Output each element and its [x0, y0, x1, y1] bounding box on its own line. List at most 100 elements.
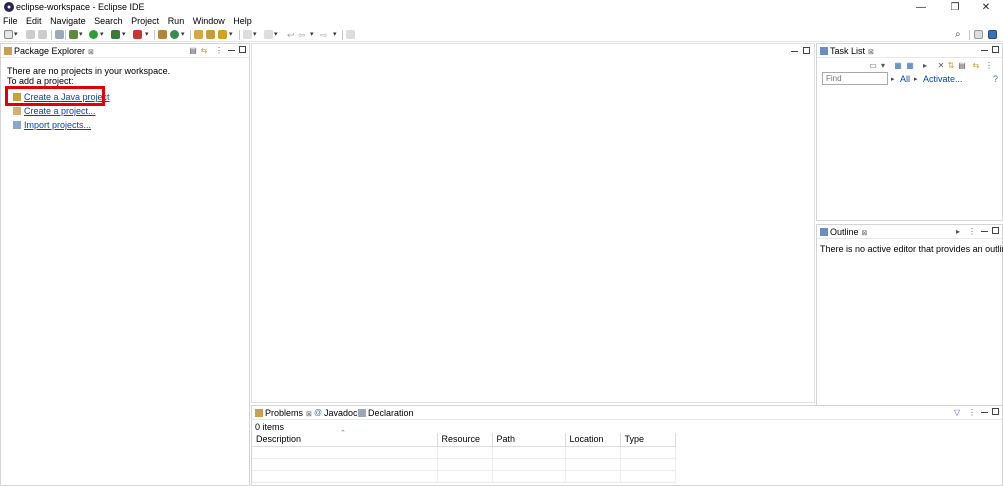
tab-problems[interactable]: Problems ⊠ — [253, 407, 312, 420]
focus-on-active-task-icon[interactable]: ▸ — [954, 228, 962, 236]
menu-file[interactable]: File — [0, 15, 21, 28]
menu-project[interactable]: Project — [128, 15, 162, 28]
save-icon[interactable] — [26, 30, 35, 39]
column-type[interactable]: Type — [620, 433, 676, 447]
menu-help[interactable]: Help — [230, 15, 255, 28]
close-button[interactable]: ✕ — [972, 0, 1000, 15]
java-perspective-icon[interactable] — [988, 30, 997, 39]
all-expand-icon: ▸ — [891, 76, 895, 83]
previous-annotation-icon[interactable] — [264, 30, 273, 39]
tab-package-explorer[interactable]: Package Explorer ⊠ — [2, 45, 94, 58]
create-project-link[interactable]: Create a project... — [13, 106, 96, 116]
view-menu-icon[interactable]: ⋮ — [985, 62, 993, 70]
menu-window[interactable]: Window — [190, 15, 228, 28]
maximize-icon[interactable] — [239, 46, 246, 53]
main-toolbar: ▾ ▾ ▾ ▾ ▾ ▾ ▾ ▾ ▾ ↩ ⇦ ▾ ⇨ ▾ ⌕ — [0, 28, 1003, 42]
categorized-icon[interactable]: ▦ — [894, 62, 902, 70]
column-location[interactable]: Location — [565, 433, 621, 447]
menu-navigate[interactable]: Navigate — [47, 15, 89, 28]
open-task-icon[interactable] — [206, 30, 215, 39]
toolbar-separator — [969, 30, 970, 40]
minimize-button[interactable]: — — [907, 0, 935, 15]
run-icon[interactable] — [89, 30, 98, 39]
editor-minimize-icon[interactable] — [791, 47, 798, 52]
close-tab-icon[interactable]: ⊠ — [88, 49, 94, 56]
all-filter-link[interactable]: All — [900, 74, 910, 84]
tab-javadoc[interactable]: @ Javadoc — [312, 407, 358, 420]
menu-search[interactable]: Search — [91, 15, 126, 28]
tab-label: Javadoc — [324, 408, 358, 418]
open-type-icon[interactable] — [194, 30, 203, 39]
package-explorer-pane: Package Explorer ⊠ ▤ ⇆ ⋮ There are no pro… — [0, 43, 250, 486]
save-all-icon[interactable] — [38, 30, 47, 39]
tab-task-list[interactable]: Task List ⊠ — [818, 45, 874, 58]
filter-icon[interactable]: ▽ — [953, 409, 961, 417]
outline-message: There is no active editor that provides … — [820, 244, 1003, 254]
close-tab-icon[interactable]: ⊠ — [868, 49, 874, 56]
run-dropdown-icon[interactable]: ▾ — [100, 30, 104, 40]
tab-declaration[interactable]: Declaration — [356, 407, 414, 420]
forward-dropdown-icon[interactable]: ▾ — [333, 30, 337, 40]
view-menu-icon[interactable]: ⋮ — [968, 409, 976, 417]
new-dropdown-icon[interactable]: ▾ — [14, 30, 18, 40]
help-icon[interactable]: ? — [993, 74, 998, 84]
column-description[interactable]: Description ⌃ — [252, 430, 438, 447]
menu-run[interactable]: Run — [165, 15, 188, 28]
new-class-dropdown-icon[interactable]: ▾ — [181, 30, 185, 40]
minimize-icon[interactable] — [981, 46, 988, 51]
new-icon[interactable] — [4, 30, 13, 39]
back-icon[interactable]: ⇦ — [298, 30, 306, 40]
maximize-icon[interactable] — [992, 408, 999, 415]
last-edit-location-icon[interactable]: ↩ — [287, 30, 295, 40]
minimize-icon[interactable] — [981, 408, 988, 413]
task-find-input[interactable] — [822, 72, 888, 85]
minimize-icon[interactable] — [981, 227, 988, 232]
hide-completed-icon[interactable]: ✕ — [937, 62, 945, 70]
maximize-icon[interactable] — [992, 227, 999, 234]
close-tab-icon[interactable]: ⊠ — [862, 230, 868, 237]
new-java-class-icon[interactable] — [170, 30, 179, 39]
restore-button[interactable]: ❐ — [941, 0, 969, 15]
search-icon[interactable]: ⌕ — [955, 30, 961, 40]
collapse-all-icon[interactable]: ▤ — [189, 47, 197, 55]
focus-icon[interactable]: ▸ — [921, 62, 929, 70]
pin-editor-icon[interactable] — [346, 30, 355, 39]
link-with-editor-icon[interactable]: ⇆ — [200, 47, 208, 55]
synchronize-icon[interactable]: ⇅ — [947, 62, 955, 70]
collapse-all-icon[interactable]: ▤ — [958, 62, 966, 70]
debug-icon[interactable] — [69, 30, 78, 39]
column-path[interactable]: Path — [492, 433, 566, 447]
view-menu-icon[interactable]: ⋮ — [968, 228, 976, 236]
previous-annotation-dropdown-icon[interactable]: ▾ — [274, 30, 278, 40]
view-menu-icon[interactable]: ⋮ — [215, 47, 223, 55]
new-java-package-icon[interactable] — [158, 30, 167, 39]
open-perspective-icon[interactable] — [974, 30, 983, 39]
new-task-dropdown-icon[interactable]: ▾ — [879, 62, 887, 70]
maximize-icon[interactable] — [992, 46, 999, 53]
coverage-icon[interactable] — [111, 30, 120, 39]
toolbar-separator — [65, 30, 66, 40]
link-icon[interactable]: ⇆ — [972, 62, 980, 70]
scheduled-icon[interactable]: ▦ — [906, 62, 914, 70]
debug-dropdown-icon[interactable]: ▾ — [79, 30, 83, 40]
back-dropdown-icon[interactable]: ▾ — [310, 30, 314, 40]
column-resource[interactable]: Resource — [437, 433, 493, 447]
close-tab-icon[interactable]: ⊠ — [306, 411, 312, 418]
import-projects-link[interactable]: Import projects... — [13, 120, 91, 130]
search-dropdown-icon[interactable]: ▾ — [229, 30, 233, 40]
external-tools-icon[interactable] — [133, 30, 142, 39]
editor-maximize-icon[interactable] — [803, 47, 810, 54]
external-tools-dropdown-icon[interactable]: ▾ — [145, 30, 149, 40]
next-annotation-icon[interactable] — [243, 30, 252, 39]
forward-icon[interactable]: ⇨ — [320, 30, 328, 40]
skip-breakpoints-icon[interactable] — [55, 30, 64, 39]
table-row — [252, 458, 676, 471]
minimize-icon[interactable] — [228, 46, 235, 51]
coverage-dropdown-icon[interactable]: ▾ — [122, 30, 126, 40]
next-annotation-dropdown-icon[interactable]: ▾ — [253, 30, 257, 40]
new-task-icon[interactable]: ▭ — [869, 62, 877, 70]
tab-outline[interactable]: Outline ⊠ — [818, 226, 867, 239]
search-tool-icon[interactable] — [218, 30, 227, 39]
activate-link[interactable]: Activate... — [923, 74, 963, 84]
menu-edit[interactable]: Edit — [23, 15, 45, 28]
